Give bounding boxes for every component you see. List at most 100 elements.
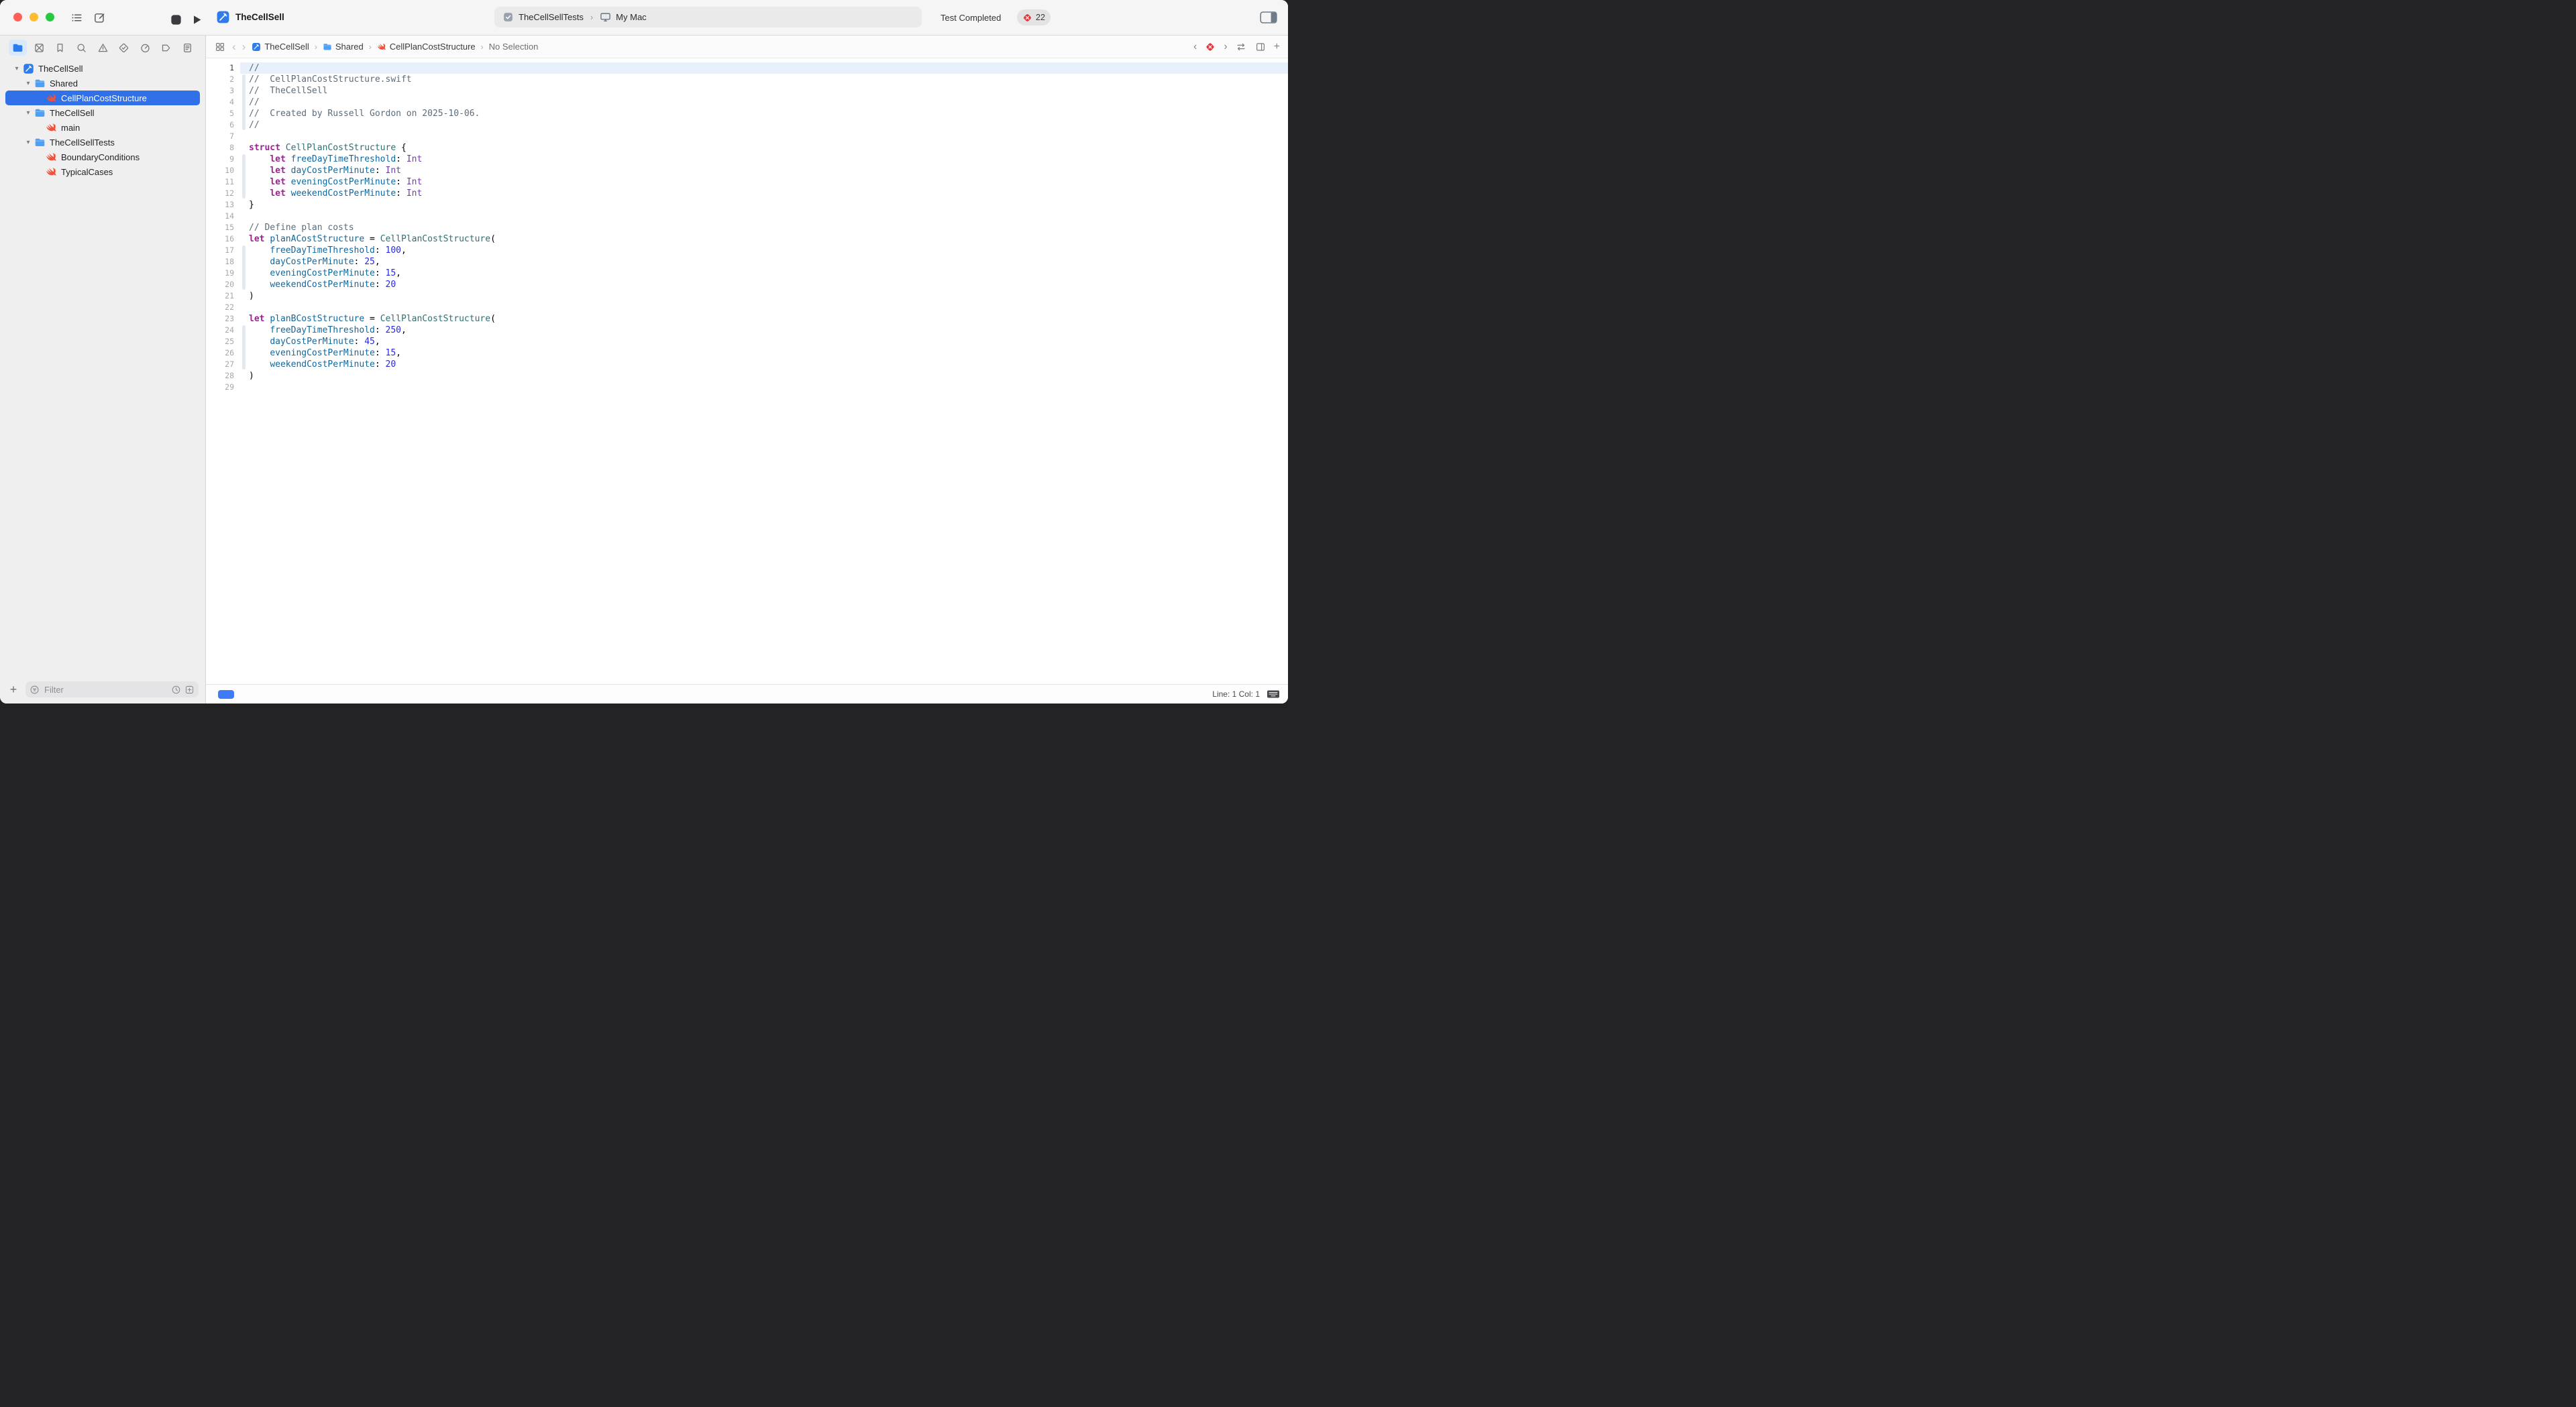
code-line[interactable]: 27 weekendCostPerMinute: 20: [206, 359, 1288, 370]
line-number[interactable]: 26: [206, 347, 240, 359]
line-number[interactable]: 5: [206, 108, 240, 119]
line-number[interactable]: 20: [206, 279, 240, 290]
editor-options-button[interactable]: [1254, 41, 1267, 53]
debug-tab[interactable]: [136, 40, 154, 56]
filter-field[interactable]: [25, 681, 199, 697]
code-line[interactable]: 19 eveningCostPerMinute: 15,: [206, 268, 1288, 279]
code-line[interactable]: 29: [206, 382, 1288, 393]
code-line[interactable]: 24 freeDayTimeThreshold: 250,: [206, 325, 1288, 336]
tree-item-thecellselltests[interactable]: ▾TheCellSellTests: [5, 135, 200, 150]
source-control-tab[interactable]: [30, 40, 48, 56]
line-number[interactable]: 14: [206, 211, 240, 222]
code-line[interactable]: 5// Created by Russell Gordon on 2025-10…: [206, 108, 1288, 119]
tree-item-main[interactable]: main: [5, 120, 200, 135]
bottom-bar-blue-indicator[interactable]: [218, 690, 234, 699]
toggle-inspector-button[interactable]: [1260, 11, 1277, 24]
related-items-button[interactable]: [214, 41, 226, 53]
issue-error-icon[interactable]: [1204, 41, 1216, 53]
zoom-button[interactable]: [46, 13, 54, 21]
fold-ribbon[interactable]: [240, 382, 249, 393]
line-number[interactable]: 24: [206, 325, 240, 336]
breadcrumb-item-no-selection[interactable]: No Selection: [489, 42, 539, 52]
fold-ribbon[interactable]: [240, 97, 249, 108]
line-number[interactable]: 23: [206, 313, 240, 325]
error-count-chip[interactable]: 22: [1017, 9, 1051, 25]
fold-ribbon[interactable]: [240, 245, 249, 256]
code-line[interactable]: 22: [206, 302, 1288, 313]
fold-ribbon[interactable]: [240, 279, 249, 290]
code-line[interactable]: 16let planACostStructure = CellPlanCostS…: [206, 233, 1288, 245]
fold-ribbon[interactable]: [240, 74, 249, 85]
code-line[interactable]: 10 let dayCostPerMinute: Int: [206, 165, 1288, 176]
breakpoints-tab[interactable]: [157, 40, 175, 56]
code-line[interactable]: 4//: [206, 97, 1288, 108]
fold-ribbon[interactable]: [240, 131, 249, 142]
minimize-button[interactable]: [30, 13, 38, 21]
line-number[interactable]: 12: [206, 188, 240, 199]
line-number[interactable]: 21: [206, 290, 240, 302]
keyboard-icon[interactable]: [1267, 689, 1280, 699]
tree-item-thecellsell[interactable]: ▾TheCellSell: [5, 61, 200, 76]
fold-ribbon[interactable]: [240, 268, 249, 279]
code-line[interactable]: 1//: [206, 62, 1288, 74]
line-number[interactable]: 10: [206, 165, 240, 176]
code-line[interactable]: 25 dayCostPerMinute: 45,: [206, 336, 1288, 347]
fold-ribbon[interactable]: [240, 85, 249, 97]
fold-ribbon[interactable]: [240, 359, 249, 370]
project-navigator-tab[interactable]: [9, 40, 27, 56]
add-item-button[interactable]: +: [7, 682, 20, 697]
code-line[interactable]: 26 eveningCostPerMinute: 15,: [206, 347, 1288, 359]
tree-item-thecellsell[interactable]: ▾TheCellSell: [5, 105, 200, 120]
close-button[interactable]: [13, 13, 22, 21]
code-line[interactable]: 9 let freeDayTimeThreshold: Int: [206, 154, 1288, 165]
fold-ribbon[interactable]: [240, 325, 249, 336]
disclosure-triangle-icon[interactable]: ▾: [22, 80, 34, 87]
line-number[interactable]: 9: [206, 154, 240, 165]
code-line[interactable]: 21): [206, 290, 1288, 302]
code-line[interactable]: 6//: [206, 119, 1288, 131]
code-line[interactable]: 3// TheCellSell: [206, 85, 1288, 97]
next-issue-button[interactable]: ›: [1224, 42, 1227, 52]
find-tab[interactable]: [72, 40, 91, 56]
code-line[interactable]: 15// Define plan costs: [206, 222, 1288, 233]
line-number[interactable]: 29: [206, 382, 240, 393]
stop-button[interactable]: [168, 11, 184, 27]
scheme-name[interactable]: TheCellSellTests: [519, 12, 584, 22]
recents-clock-icon[interactable]: [171, 685, 181, 695]
run-destination[interactable]: My Mac: [616, 12, 647, 22]
fold-ribbon[interactable]: [240, 142, 249, 154]
line-number[interactable]: 16: [206, 233, 240, 245]
bookmarks-tab[interactable]: [51, 40, 69, 56]
tests-tab[interactable]: [115, 40, 133, 56]
code-review-button[interactable]: [1235, 41, 1247, 53]
line-number[interactable]: 4: [206, 97, 240, 108]
line-number[interactable]: 18: [206, 256, 240, 268]
add-editor-button[interactable]: +: [1274, 42, 1280, 52]
reports-tab[interactable]: [178, 40, 197, 56]
issues-tab[interactable]: [94, 40, 112, 56]
fold-ribbon[interactable]: [240, 222, 249, 233]
line-number[interactable]: 19: [206, 268, 240, 279]
code-editor[interactable]: 1//2// CellPlanCostStructure.swift3// Th…: [206, 58, 1288, 684]
breadcrumb-item-shared[interactable]: Shared: [323, 42, 364, 52]
fold-ribbon[interactable]: [240, 199, 249, 211]
code-line[interactable]: 28): [206, 370, 1288, 382]
back-button[interactable]: ‹: [232, 41, 236, 52]
line-number[interactable]: 3: [206, 85, 240, 97]
fold-ribbon[interactable]: [240, 233, 249, 245]
line-number[interactable]: 15: [206, 222, 240, 233]
code-line[interactable]: 12 let weekendCostPerMinute: Int: [206, 188, 1288, 199]
code-line[interactable]: 17 freeDayTimeThreshold: 100,: [206, 245, 1288, 256]
fold-ribbon[interactable]: [240, 370, 249, 382]
line-number[interactable]: 6: [206, 119, 240, 131]
tree-item-typicalcases[interactable]: TypicalCases: [5, 164, 200, 179]
code-line[interactable]: 2// CellPlanCostStructure.swift: [206, 74, 1288, 85]
fold-ribbon[interactable]: [240, 256, 249, 268]
tree-item-shared[interactable]: ▾Shared: [5, 76, 200, 91]
line-number[interactable]: 17: [206, 245, 240, 256]
breadcrumb-item-thecellsell[interactable]: TheCellSell: [252, 42, 309, 52]
fold-ribbon[interactable]: [240, 176, 249, 188]
line-number[interactable]: 11: [206, 176, 240, 188]
fold-ribbon[interactable]: [240, 347, 249, 359]
toolbar-list-button[interactable]: [68, 9, 85, 25]
